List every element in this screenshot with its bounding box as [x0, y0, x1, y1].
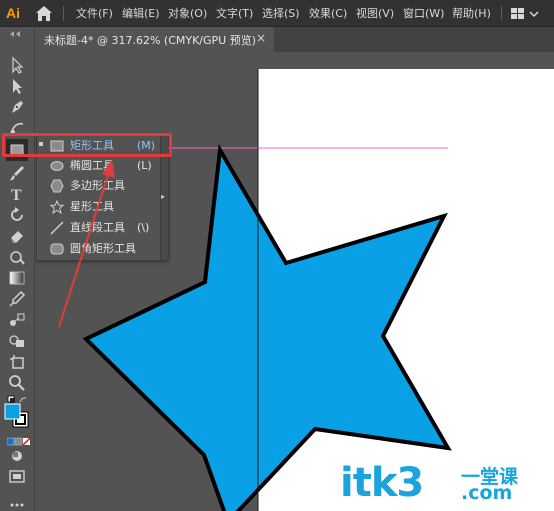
menu-window[interactable]: 窗口(W)	[403, 6, 444, 21]
pen-tool-icon[interactable]	[7, 97, 27, 117]
flyout-item-rounded-rectangle[interactable]: 圆角矩形工具	[37, 239, 160, 259]
flyout-item-shortcut: (\)	[137, 221, 150, 234]
line-segment-icon	[50, 221, 64, 235]
fill-stroke-swatch[interactable]	[4, 403, 30, 429]
flyout-item-label: 多边形工具	[70, 179, 125, 192]
flyout-item-shortcut: (L)	[137, 159, 152, 172]
more-tools-icon[interactable]	[7, 495, 27, 507]
panel-collapse-icon[interactable]	[0, 29, 35, 39]
rotate-tool-icon[interactable]	[7, 205, 27, 225]
flyout-item-line-segment[interactable]: 直线段工具 (\)	[37, 218, 160, 238]
star-icon	[50, 200, 64, 214]
menu-edit[interactable]: 编辑(E)	[122, 6, 160, 21]
menu-separator	[501, 6, 502, 21]
type-tool-icon[interactable]: T	[7, 184, 27, 204]
flyout-item-label: 星形工具	[70, 200, 114, 213]
menu-effect[interactable]: 效果(C)	[309, 6, 347, 21]
document-tab-bar: 未标题-4* @ 317.62% (CMYK/GPU 预览) ×	[36, 27, 554, 52]
watermark-main: itk3	[340, 460, 424, 506]
direct-selection-tool-icon[interactable]	[7, 76, 27, 96]
menu-bar: Ai 文件(F) 编辑(E) 对象(O) 文字(T) 选择(S) 效果(C) 视…	[0, 0, 554, 27]
close-icon[interactable]: ×	[256, 31, 266, 45]
home-icon[interactable]	[35, 5, 53, 22]
flyout-item-label: 直线段工具	[70, 221, 125, 234]
flyout-item-label: 椭圆工具	[70, 159, 114, 172]
menu-object[interactable]: 对象(O)	[168, 6, 207, 21]
selection-tool-icon[interactable]	[7, 55, 27, 75]
draw-mode-icon[interactable]	[7, 446, 27, 466]
menu-select[interactable]: 选择(S)	[262, 6, 300, 21]
flyout-item-ellipse[interactable]: 椭圆工具 (L)	[37, 156, 160, 176]
menu-file[interactable]: 文件(F)	[76, 6, 113, 21]
flyout-item-polygon[interactable]: 多边形工具	[37, 176, 160, 196]
width-tool-icon[interactable]	[7, 247, 27, 267]
tools-panel: T	[0, 27, 35, 511]
document-tab-title: 未标题-4* @ 317.62% (CMYK/GPU 预览)	[44, 34, 256, 47]
artboard-tool-icon[interactable]	[7, 352, 27, 372]
zoom-tool-icon[interactable]	[7, 373, 27, 393]
ellipse-icon	[50, 161, 64, 171]
rounded-rectangle-icon	[50, 243, 64, 255]
highlight-box	[2, 133, 172, 157]
flyout-item-label: 圆角矩形工具	[70, 242, 136, 255]
flyout-item-star[interactable]: 星形工具	[37, 197, 160, 217]
tearoff-arrow-icon[interactable]: ▸	[161, 192, 165, 201]
swap-colors-icon[interactable]	[7, 391, 27, 403]
shape-builder-tool-icon[interactable]	[7, 331, 27, 351]
polygon-icon	[50, 179, 64, 193]
menu-type[interactable]: 文字(T)	[216, 6, 253, 21]
menu-view[interactable]: 视图(V)	[356, 6, 394, 21]
illustrator-window: Ai 文件(F) 编辑(E) 对象(O) 文字(T) 选择(S) 效果(C) 视…	[0, 0, 554, 511]
blend-tool-icon[interactable]	[7, 310, 27, 330]
color-mode-icon[interactable]	[6, 432, 31, 446]
gradient-tool-icon[interactable]	[7, 268, 27, 288]
menu-separator	[63, 6, 64, 21]
eraser-tool-icon[interactable]	[7, 226, 27, 246]
canvas-scene	[82, 69, 452, 511]
canvas-area[interactable]	[36, 52, 554, 511]
menu-help[interactable]: 帮助(H)	[452, 6, 491, 21]
watermark: itk3 一堂课 .com	[340, 460, 540, 506]
paintbrush-tool-icon[interactable]	[7, 163, 27, 183]
watermark-com: .com	[461, 482, 513, 504]
screen-mode-icon[interactable]	[7, 467, 27, 487]
eyedropper-tool-icon[interactable]	[7, 289, 27, 309]
document-tab[interactable]: 未标题-4* @ 317.62% (CMYK/GPU 预览) ×	[36, 27, 274, 52]
app-logo: Ai	[6, 5, 20, 21]
svg-text:T: T	[11, 187, 22, 204]
workspace-switcher-icon[interactable]	[510, 6, 540, 21]
